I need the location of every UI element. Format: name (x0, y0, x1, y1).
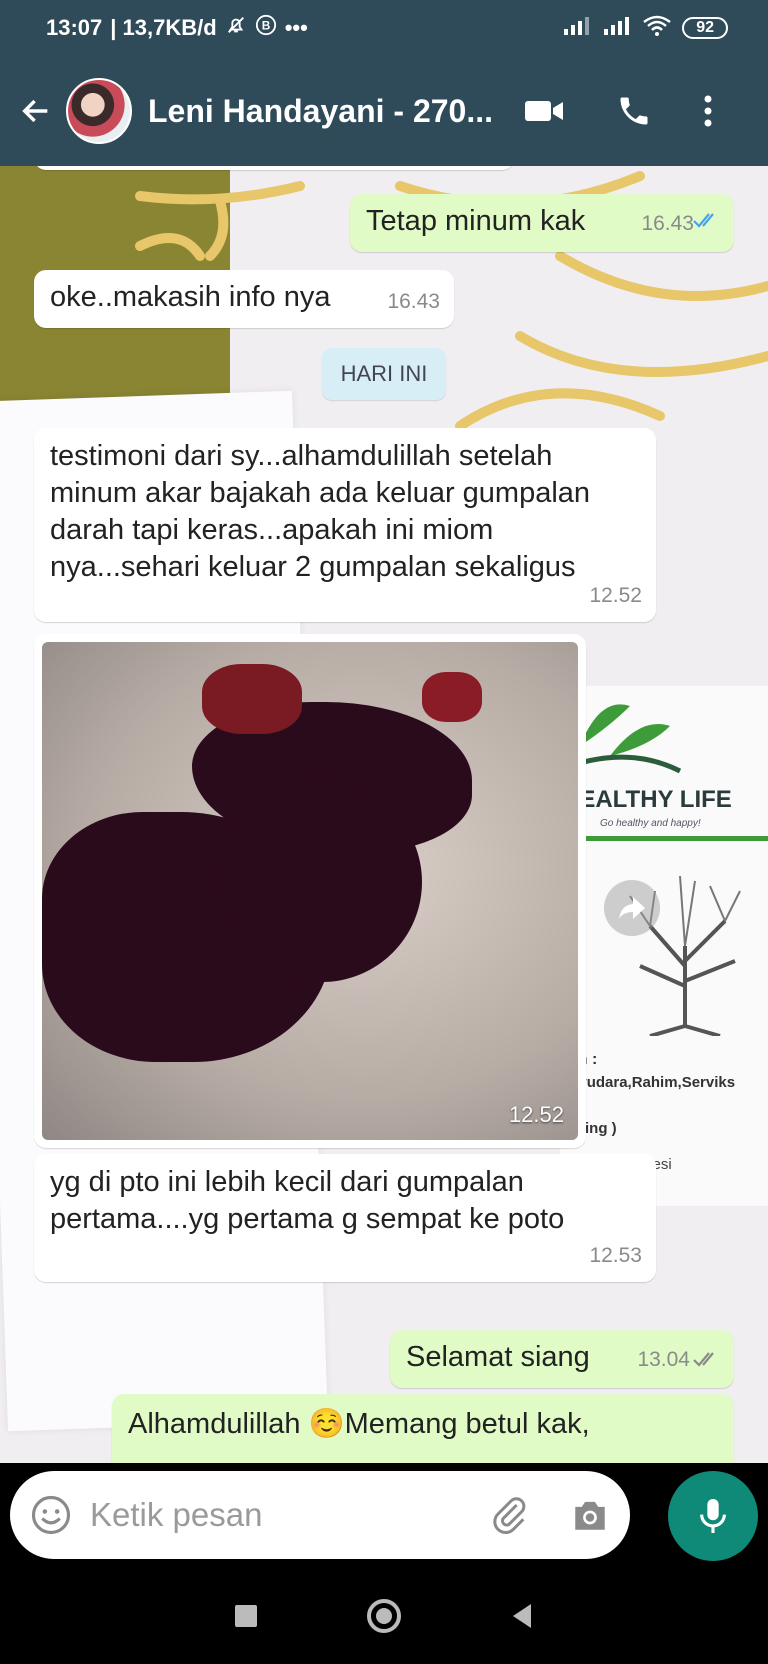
message-bubble-outgoing[interactable]: Selamat siang 13.04 (390, 1330, 734, 1388)
back-button[interactable] (12, 87, 60, 135)
forward-arrow-icon (619, 897, 645, 919)
message-bubble-incoming[interactable]: yg di pto ini lebih kecil dari gumpalan … (34, 1154, 656, 1282)
wifi-icon (642, 14, 672, 42)
voice-call-button[interactable] (606, 83, 662, 139)
wallpaper-product-card: HEALTHY LIFE Go healthy and happy! kah :… (560, 686, 768, 1206)
recents-button[interactable] (233, 1603, 259, 1634)
message-time: 13.04 (637, 1348, 690, 1371)
photo-shape (222, 782, 422, 982)
contact-avatar[interactable] (66, 78, 132, 144)
svg-text:B: B (261, 19, 270, 33)
system-nav-bar (0, 1573, 768, 1664)
date-divider: HARI INI (322, 348, 446, 400)
message-time: 12.53 (589, 1244, 642, 1267)
wallpaper-brand: HEALTHY LIFE (562, 786, 732, 813)
status-time: 13:07 (46, 15, 103, 40)
signal-icon (562, 15, 592, 41)
video-call-button[interactable] (516, 83, 572, 139)
square-recents-icon (235, 1605, 257, 1627)
photo-blood-stain (422, 672, 482, 722)
back-nav-button[interactable] (509, 1602, 535, 1635)
camera-icon (575, 1501, 605, 1530)
b-circle-icon: B (255, 14, 277, 42)
home-button[interactable] (365, 1597, 403, 1640)
wallpaper-divider (560, 836, 768, 841)
message-time: 16.43 (387, 290, 440, 313)
image-time: 12.52 (508, 1102, 564, 1127)
message-bubble-incoming[interactable]: oke..makasih info nya 16.43 (34, 270, 454, 328)
camera-button[interactable] (570, 1497, 610, 1533)
paperclip-icon (493, 1497, 526, 1534)
signal-icon-2 (602, 15, 632, 41)
video-camera-icon (525, 101, 563, 121)
status-bar: 13:07 | 13,7KB/d B ••• 92 (0, 0, 768, 56)
status-left: 13:07 | 13,7KB/d B ••• (46, 14, 308, 42)
wallpaper-text-2: Payudara,Rahim,Serviks (560, 1074, 736, 1091)
message-text: oke..makasih info nya (50, 281, 331, 313)
chat-area[interactable]: HEALTHY LIFE Go healthy and happy! kah :… (0, 166, 768, 1463)
circle-home-icon (367, 1599, 401, 1633)
image-message[interactable]: 12.52 (34, 634, 586, 1148)
message-bubble-outgoing[interactable]: Alhamdulillah ☺️Memang betul kak, (112, 1394, 734, 1463)
battery-indicator: 92 (682, 17, 728, 39)
delivered-receipt-icon (692, 1341, 722, 1378)
attach-button[interactable] (490, 1495, 530, 1535)
status-data-speed: | 13,7KB/d (110, 15, 217, 40)
muted-bell-icon (225, 14, 247, 42)
message-bubble-outgoing[interactable]: Tetap minum kak 16.43 (350, 194, 734, 252)
status-right: 92 (562, 14, 728, 42)
message-text: Selamat siang (406, 1341, 590, 1373)
message-photo[interactable]: 12.52 (42, 642, 578, 1140)
message-time: 16.43 (641, 212, 694, 235)
wallpaper-tagline: Go healthy and happy! (600, 818, 701, 829)
status-overflow: ••• (284, 15, 308, 40)
composer-pill (10, 1471, 630, 1559)
microphone-icon (700, 1499, 726, 1533)
more-options-button[interactable] (680, 83, 736, 139)
message-text: testimoni dari sy...alhamdulillah setela… (50, 440, 591, 583)
message-text: yg di pto ini lebih kecil dari gumpalan … (50, 1166, 565, 1235)
back-arrow-icon (22, 99, 48, 123)
message-input[interactable] (90, 1496, 470, 1534)
emoji-button[interactable] (30, 1494, 72, 1536)
message-time: 12.52 (589, 584, 642, 607)
leaf-logo-icon (570, 704, 682, 774)
composer-bar (0, 1463, 768, 1573)
triangle-back-icon (513, 1604, 531, 1628)
phone-icon (620, 97, 648, 125)
chat-header: Leni Handayani - 270... (0, 56, 768, 166)
voice-record-button[interactable] (668, 1471, 758, 1561)
photo-blood-stain (202, 664, 302, 734)
emoji-icon (31, 1495, 71, 1535)
forward-button[interactable] (604, 880, 660, 936)
message-text: Tetap minum kak (366, 205, 586, 237)
message-bubble-incoming[interactable]: testimoni dari sy...alhamdulillah setela… (34, 428, 656, 622)
read-receipt-icon (692, 205, 722, 242)
message-bubble-clipped[interactable] (34, 166, 514, 170)
message-text: Alhamdulillah ☺️Memang betul kak, (128, 1408, 590, 1440)
kebab-menu-icon (704, 95, 712, 127)
contact-name[interactable]: Leni Handayani - 270... (148, 93, 508, 130)
